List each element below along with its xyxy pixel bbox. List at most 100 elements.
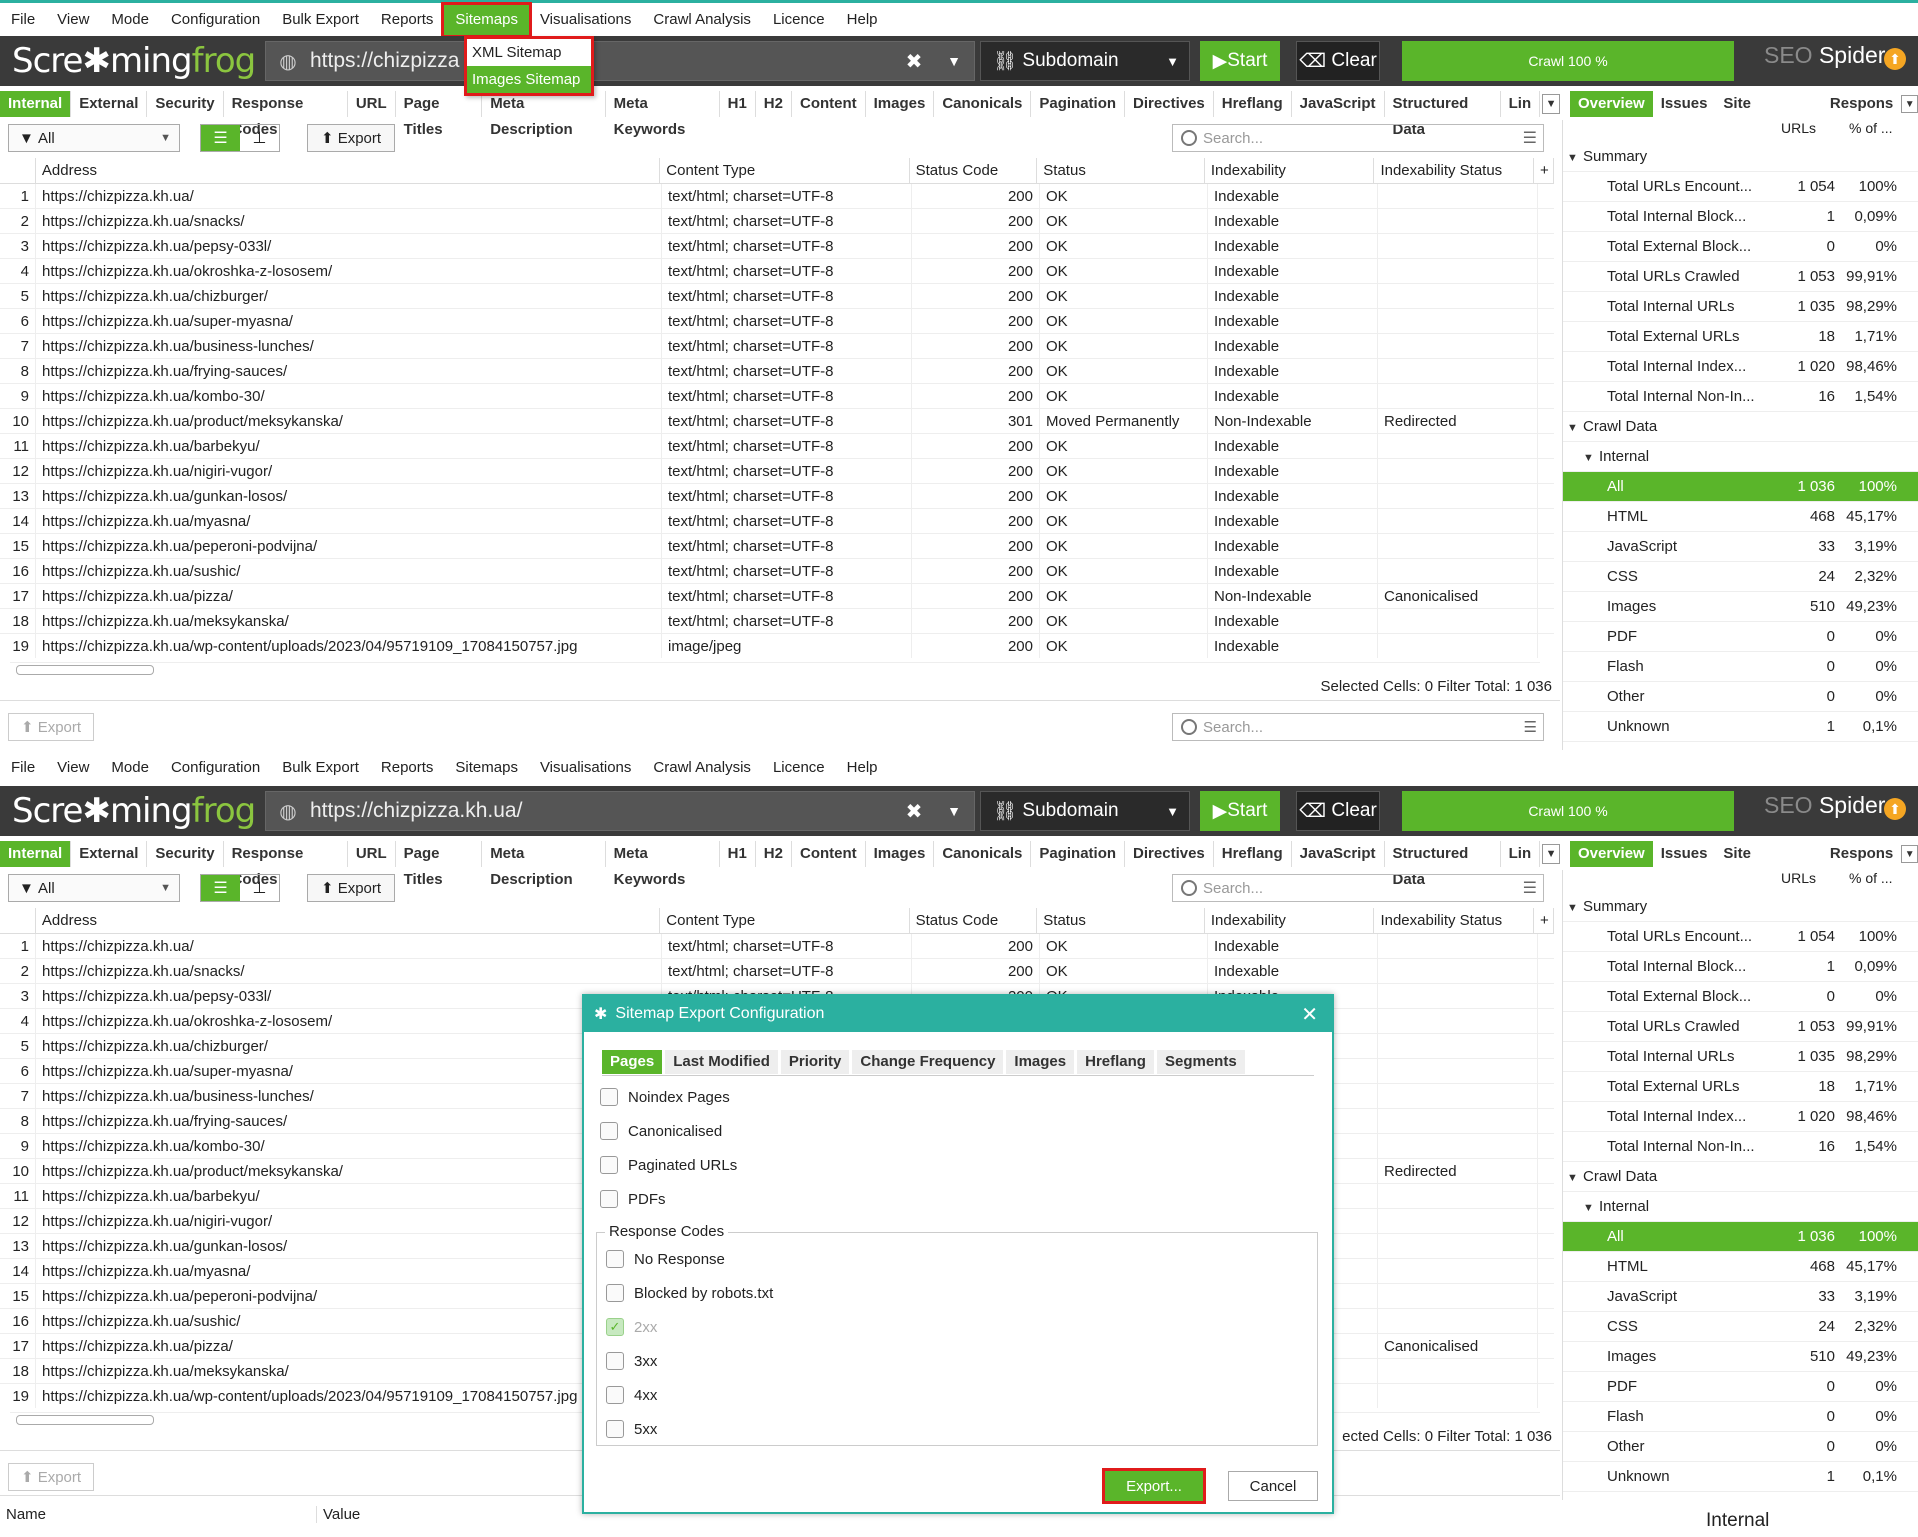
url-history-dropdown-icon[interactable]: ▼ <box>934 53 974 69</box>
overview-row-total-external-block[interactable]: Total External Block... 0 0% <box>1563 232 1918 262</box>
more-right-tabs-icon[interactable]: ▼ <box>1901 95 1918 113</box>
tab-priority[interactable]: Priority <box>780 1050 850 1074</box>
table-row[interactable]: 3https://chizpizza.kh.ua/pepsy-033l/text… <box>0 234 1554 259</box>
url-history-dropdown-icon[interactable]: ▼ <box>934 803 974 819</box>
menu-view[interactable]: View <box>46 753 100 783</box>
overview-row-all[interactable]: All 1 036 100% <box>1563 1222 1918 1252</box>
overview-row-crawl-data[interactable]: ▼ Crawl Data <box>1563 412 1918 442</box>
table-row[interactable]: 1 https://chizpizza.kh.ua/text/html; char… <box>0 934 1554 959</box>
tab-change-frequency[interactable]: Change Frequency <box>852 1050 1004 1074</box>
tab-directives[interactable]: Directives <box>1125 841 1214 867</box>
overview-row-all[interactable]: All 1 036 100% <box>1563 472 1918 502</box>
search-input[interactable]: Search... ☰ <box>1172 874 1544 902</box>
tab-hreflang[interactable]: Hreflang <box>1077 1050 1154 1074</box>
horizontal-scrollbar[interactable] <box>10 662 1540 675</box>
tab-h2[interactable]: H2 <box>756 841 792 867</box>
menu-xml-sitemap[interactable]: XML Sitemap <box>467 39 591 66</box>
tab-directives[interactable]: Directives <box>1125 91 1214 117</box>
scope-select[interactable]: ⛓ Subdomain ▼ <box>980 791 1190 831</box>
list-view-icon[interactable]: ☰ <box>201 875 240 901</box>
menu-sitemaps[interactable]: Sitemaps <box>441 1 532 38</box>
search-input[interactable]: Search... ☰ <box>1172 124 1544 152</box>
menu-bulk-export[interactable]: Bulk Export <box>271 753 370 783</box>
table-row[interactable]: 9https://chizpizza.kh.ua/kombo-30/text/h… <box>0 384 1554 409</box>
5xx-checkbox[interactable]: 5xx <box>606 1420 657 1438</box>
clear-button[interactable]: ⌫ Clear <box>1296 41 1380 81</box>
column-header-status-code[interactable]: Status Code <box>910 908 1038 934</box>
overview-row-other[interactable]: Other 0 0% <box>1563 1432 1918 1462</box>
menu-crawl-analysis[interactable]: Crawl Analysis <box>642 753 762 783</box>
overview-row-flash[interactable]: Flash 0 0% <box>1563 652 1918 682</box>
collapse-icon[interactable]: ▼ <box>1567 1172 1583 1184</box>
info-icon[interactable]: ⬆ <box>1884 798 1906 820</box>
overview-row-css[interactable]: CSS 24 2,32% <box>1563 1312 1918 1342</box>
right-tab-issues[interactable]: Issues <box>1653 91 1716 117</box>
table-row[interactable]: 12https://chizpizza.kh.ua/nigiri-vugor/t… <box>0 459 1554 484</box>
column-header-indexability[interactable]: Indexability <box>1205 158 1375 184</box>
url-bar[interactable]: ◍ https://chizpizza ✖ ▼ <box>265 41 975 81</box>
close-icon[interactable]: ✕ <box>1301 1002 1318 1027</box>
overview-row-total-external-urls[interactable]: Total External URLs 18 1,71% <box>1563 1072 1918 1102</box>
collapse-icon[interactable]: ▼ <box>1567 152 1583 164</box>
export-button[interactable]: ⬆ Export <box>307 874 395 902</box>
overview-row-total-urls-encount[interactable]: Total URLs Encount... 1 054 100% <box>1563 172 1918 202</box>
overview-row-images[interactable]: Images 510 49,23% <box>1563 1342 1918 1372</box>
right-tab-respons[interactable]: Respons <box>1822 841 1901 867</box>
overview-row-total-internal-index[interactable]: Total Internal Index... 1 020 98,46% <box>1563 352 1918 382</box>
column-header-indexability-status[interactable]: Indexability Status <box>1374 908 1535 934</box>
tab-h1[interactable]: H1 <box>720 91 756 117</box>
menu-bulk-export[interactable]: Bulk Export <box>271 5 370 35</box>
start-button[interactable]: ▶ Start <box>1200 791 1280 831</box>
table-row[interactable]: 13https://chizpizza.kh.ua/gunkan-losos/t… <box>0 484 1554 509</box>
overview-row-total-external-urls[interactable]: Total External URLs 18 1,71% <box>1563 322 1918 352</box>
tab-meta-keywords[interactable]: Meta Keywords <box>606 841 720 888</box>
table-row[interactable]: 15 https://chizpizza.kh.ua/peperoni-podvi… <box>0 534 1554 559</box>
overview-row-total-urls-encount[interactable]: Total URLs Encount... 1 054 100% <box>1563 922 1918 952</box>
tab-javascript[interactable]: JavaScript <box>1292 841 1385 867</box>
table-row[interactable]: 5https://chizpizza.kh.ua/chizburger/text… <box>0 284 1554 309</box>
overview-row-total-internal-block[interactable]: Total Internal Block... 1 0,09% <box>1563 202 1918 232</box>
tab-segments[interactable]: Segments <box>1156 1050 1245 1074</box>
filter-select[interactable]: ▼ All ▼ <box>8 874 180 902</box>
3xx-checkbox[interactable]: 3xx <box>606 1352 657 1370</box>
overview-row-total-internal-non-in[interactable]: Total Internal Non-In... 16 1,54% <box>1563 382 1918 412</box>
pdfs-checkbox[interactable]: PDFs <box>600 1190 666 1208</box>
table-row[interactable]: 2 https://chizpizza.kh.ua/snacks/text/htm… <box>0 959 1554 984</box>
scope-select[interactable]: ⛓ Subdomain ▼ <box>980 41 1190 81</box>
tab-response-codes[interactable]: Response Codes <box>224 91 348 138</box>
tab-lin[interactable]: Lin <box>1501 841 1541 867</box>
tab-security[interactable]: Security <box>147 841 224 867</box>
menu-visualisations[interactable]: Visualisations <box>529 753 642 783</box>
menu-help[interactable]: Help <box>836 5 889 35</box>
table-row[interactable]: 1 https://chizpizza.kh.ua/text/html; char… <box>0 184 1554 209</box>
overview-row-pdf[interactable]: PDF 0 0% <box>1563 1372 1918 1402</box>
menu-licence[interactable]: Licence <box>762 5 836 35</box>
tab-internal[interactable]: Internal <box>0 841 72 867</box>
tab-structured-data[interactable]: Structured Data <box>1385 91 1501 138</box>
url-bar[interactable]: ◍ https://chizpizza.kh.ua/ ✖ ▼ <box>265 791 975 831</box>
cancel-button[interactable]: Cancel <box>1228 1471 1318 1501</box>
tab-pages[interactable]: Pages <box>602 1050 663 1074</box>
column-header-status-code[interactable]: Status Code <box>910 158 1038 184</box>
menu-configuration[interactable]: Configuration <box>160 5 271 35</box>
overview-row-crawl-data[interactable]: ▼ Crawl Data <box>1563 1162 1918 1192</box>
blocked-robots-checkbox[interactable]: Blocked by robots.txt <box>606 1284 773 1302</box>
overview-row-javascript[interactable]: JavaScript 33 3,19% <box>1563 1282 1918 1312</box>
menu-view[interactable]: View <box>46 5 100 35</box>
table-row[interactable]: 6https://chizpizza.kh.ua/super-myasna/te… <box>0 309 1554 334</box>
detail-export-button[interactable]: ⬆ Export <box>8 713 94 741</box>
overview-row-total-urls-crawled[interactable]: Total URLs Crawled 1 053 99,91% <box>1563 262 1918 292</box>
overview-row-html[interactable]: HTML 468 45,17% <box>1563 1252 1918 1282</box>
tab-page-titles[interactable]: Page Titles <box>396 841 483 888</box>
overview-row-total-internal-non-in[interactable]: Total Internal Non-In... 16 1,54% <box>1563 1132 1918 1162</box>
tab-meta-keywords[interactable]: Meta Keywords <box>606 91 720 138</box>
overview-row-pdf[interactable]: PDF 0 0% <box>1563 622 1918 652</box>
add-column-icon[interactable]: + <box>1534 908 1554 934</box>
overview-row-total-external-block[interactable]: Total External Block... 0 0% <box>1563 982 1918 1012</box>
right-tab-site-structure[interactable]: Site Structure <box>1715 841 1822 888</box>
tab-images[interactable]: Images <box>866 841 935 867</box>
column-header-content-type[interactable]: Content Type <box>660 158 910 184</box>
table-row[interactable]: 16https://chizpizza.kh.ua/sushic/text/ht… <box>0 559 1554 584</box>
tab-hreflang[interactable]: Hreflang <box>1214 841 1292 867</box>
tab-url[interactable]: URL <box>348 91 396 117</box>
